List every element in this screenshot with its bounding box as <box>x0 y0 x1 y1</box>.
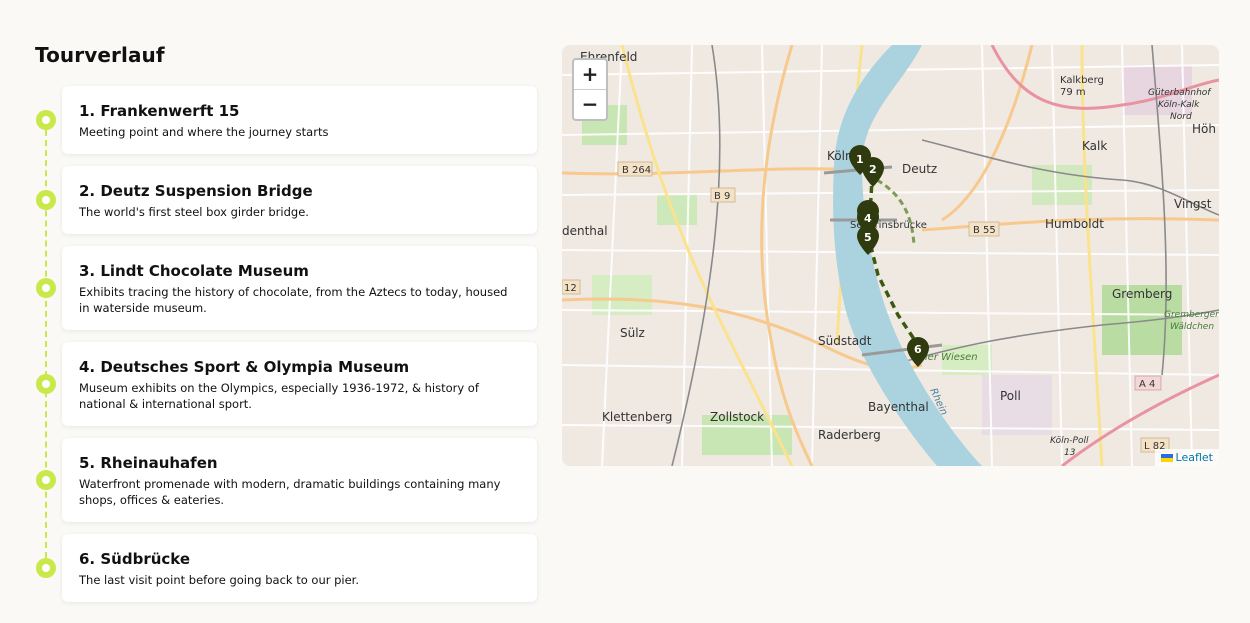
road-shield: B 264 <box>617 161 653 177</box>
page-title: Tourverlauf <box>35 43 165 67</box>
map-label: Deutz <box>902 162 937 176</box>
stop-description: Exhibits tracing the history of chocolat… <box>79 285 508 315</box>
road-shield: B 9 <box>710 187 736 203</box>
tour-timeline: 1. Frankenwerft 15 Meeting point and whe… <box>30 86 550 606</box>
map-label: 79 m <box>1060 87 1086 98</box>
svg-text:2: 2 <box>869 163 877 176</box>
map-label: 13 <box>1064 448 1076 458</box>
map-label: Güterbahnhof <box>1148 88 1212 98</box>
road-shield: B 55 <box>968 221 1000 237</box>
map-label: Klettenberg <box>602 410 672 424</box>
stop-description: Museum exhibits on the Olympics, especia… <box>79 381 479 411</box>
map-label: Zollstock <box>710 410 764 424</box>
zoom-in-button[interactable]: + <box>574 60 606 89</box>
svg-text:B 264: B 264 <box>622 165 651 176</box>
stop-card-2[interactable]: 2. Deutz Suspension Bridge The world's f… <box>62 166 537 234</box>
stop-card-4[interactable]: 4. Deutsches Sport & Olympia Museum Muse… <box>62 342 537 426</box>
map-label: Gremberg <box>1112 287 1172 301</box>
map-label: Vingst <box>1174 197 1212 211</box>
map-label: Höh <box>1192 122 1216 136</box>
map-attribution[interactable]: Leaflet <box>1154 449 1219 466</box>
timeline-dot <box>36 278 56 298</box>
map-label: Nord <box>1170 112 1192 122</box>
timeline-dot <box>36 374 56 394</box>
road-shield: 12 <box>562 279 581 295</box>
map-label: Köln-Kalk <box>1158 100 1200 110</box>
map-label: Südstadt <box>818 334 872 348</box>
stop-card-6[interactable]: 6. Südbrücke The last visit point before… <box>62 534 537 602</box>
timeline-line <box>45 120 47 568</box>
svg-text:B 55: B 55 <box>973 225 996 236</box>
stop-title: 3. Lindt Chocolate Museum <box>79 262 309 280</box>
map-tiles[interactable]: Ehrenfeld Köln Deutz Kalk Kalkberg 79 m … <box>562 45 1219 466</box>
stop-title: 1. Frankenwerft 15 <box>79 102 240 120</box>
map-label: Gremberger <box>1164 310 1219 320</box>
ukraine-flag-icon <box>1160 454 1173 462</box>
map-label: Sülz <box>620 326 645 340</box>
map-label: Poll <box>1000 389 1021 403</box>
timeline-dot <box>36 190 56 210</box>
map-label: denthal <box>562 224 608 238</box>
zoom-control: + − <box>572 58 608 121</box>
zoom-out-button[interactable]: − <box>574 89 606 119</box>
timeline-dot <box>36 470 56 490</box>
attribution-link[interactable]: Leaflet <box>1176 451 1213 464</box>
stop-title: 5. Rheinauhafen <box>79 454 218 472</box>
map-label: Kalkberg <box>1060 75 1104 86</box>
stop-title: 6. Südbrücke <box>79 550 191 568</box>
stop-title: 4. Deutsches Sport & Olympia Museum <box>79 358 410 376</box>
map-label: Köln-Poll <box>1050 436 1089 446</box>
stop-description: Meeting point and where the journey star… <box>79 125 329 139</box>
svg-text:4: 4 <box>864 212 872 225</box>
stop-description: The world's first steel box girder bridg… <box>79 205 309 219</box>
stop-description: The last visit point before going back t… <box>79 573 360 587</box>
map-label: Kalk <box>1082 139 1107 153</box>
svg-text:A 4: A 4 <box>1139 379 1155 390</box>
road-shield: A 4 <box>1134 375 1162 391</box>
svg-text:12: 12 <box>564 283 577 294</box>
stop-card-3[interactable]: 3. Lindt Chocolate Museum Exhibits traci… <box>62 246 537 330</box>
svg-text:6: 6 <box>914 343 922 356</box>
stop-description: Waterfront promenade with modern, dramat… <box>79 477 501 507</box>
tour-map[interactable]: Ehrenfeld Köln Deutz Kalk Kalkberg 79 m … <box>562 45 1219 466</box>
map-label: Raderberg <box>818 428 881 442</box>
stop-title: 2. Deutz Suspension Bridge <box>79 182 313 200</box>
map-label: Köln <box>827 149 853 163</box>
stop-card-5[interactable]: 5. Rheinauhafen Waterfront promenade wit… <box>62 438 537 522</box>
timeline-dot <box>36 110 56 130</box>
map-label: Humboldt <box>1045 217 1104 231</box>
map-label: Wäldchen <box>1170 322 1214 332</box>
timeline-dot <box>36 558 56 578</box>
svg-text:B 9: B 9 <box>714 191 730 202</box>
map-label: Bayenthal <box>868 400 929 414</box>
stop-card-1[interactable]: 1. Frankenwerft 15 Meeting point and whe… <box>62 86 537 154</box>
svg-text:5: 5 <box>864 231 872 244</box>
svg-text:1: 1 <box>856 153 864 166</box>
